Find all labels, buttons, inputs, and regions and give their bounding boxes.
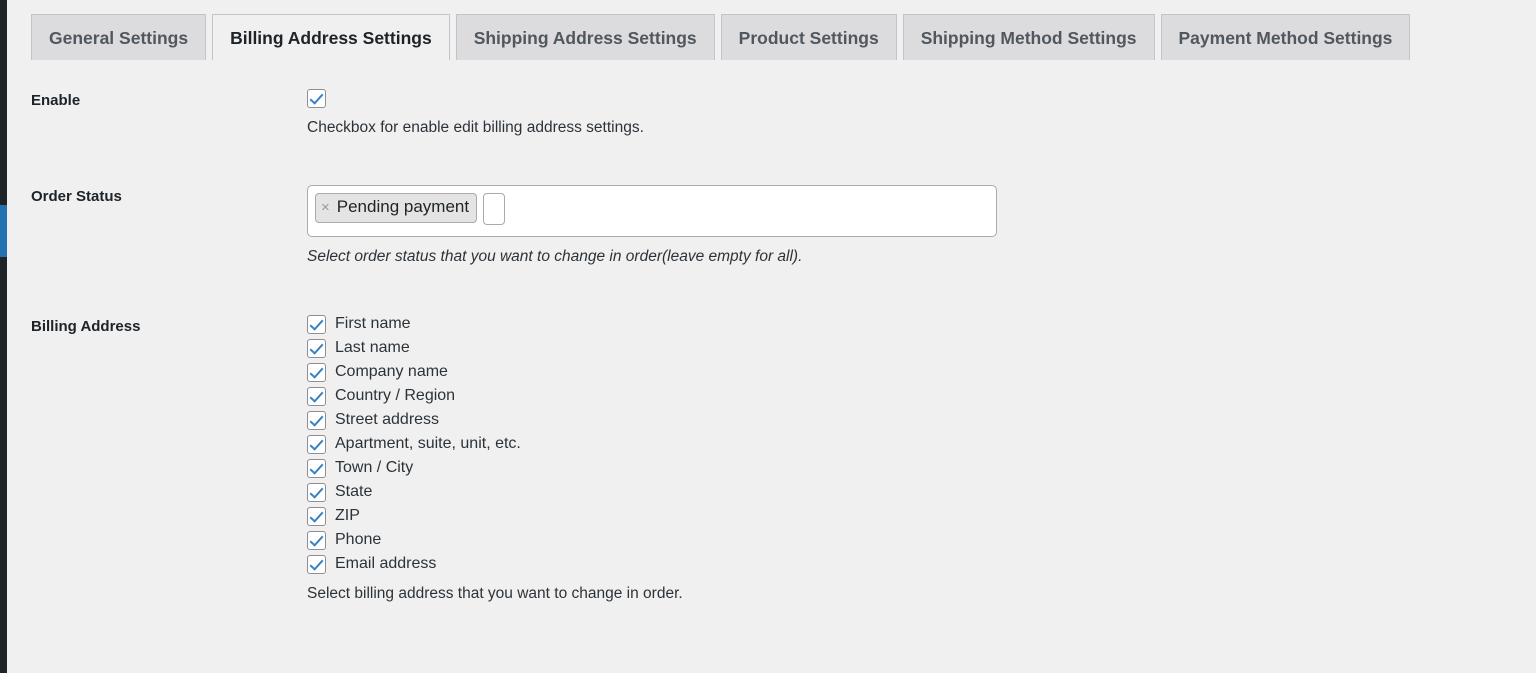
- settings-page: General Settings Billing Address Settings…: [7, 0, 1536, 673]
- billing-address-option-label[interactable]: Company name: [335, 364, 448, 380]
- form-row-order-status: Order Status × Pending payment Select or…: [7, 159, 1536, 288]
- billing-address-option-label[interactable]: State: [335, 484, 372, 500]
- billing-address-option-label[interactable]: Last name: [335, 340, 410, 356]
- billing-address-option: Country / Region: [307, 386, 1526, 406]
- billing-address-option-label[interactable]: Apartment, suite, unit, etc.: [335, 436, 521, 452]
- order-status-field: × Pending payment Select order status th…: [307, 159, 1536, 288]
- billing-address-option: Phone: [307, 530, 1526, 550]
- tab-payment-method-settings[interactable]: Payment Method Settings: [1160, 14, 1411, 60]
- billing-address-option-label[interactable]: ZIP: [335, 508, 360, 524]
- billing-address-option-label[interactable]: Town / City: [335, 460, 413, 476]
- order-status-token[interactable]: × Pending payment: [315, 193, 478, 224]
- order-status-search-input[interactable]: [483, 193, 506, 226]
- billing-address-checkbox[interactable]: [307, 482, 326, 502]
- billing-address-checkbox[interactable]: [307, 554, 326, 574]
- billing-address-option: First name: [307, 314, 1526, 334]
- billing-address-option-label[interactable]: Country / Region: [335, 388, 455, 404]
- billing-address-option: Street address: [307, 410, 1526, 430]
- billing-address-checkbox[interactable]: [307, 530, 326, 550]
- billing-address-checkbox[interactable]: [307, 506, 326, 526]
- billing-address-checkbox[interactable]: [307, 362, 326, 382]
- billing-address-option-label[interactable]: First name: [335, 316, 411, 332]
- billing-address-option: Company name: [307, 362, 1526, 382]
- enable-description: Checkbox for enable edit billing address…: [307, 119, 644, 136]
- admin-sidebar-rail: [0, 0, 7, 673]
- billing-address-checkbox[interactable]: [307, 386, 326, 406]
- settings-form-table: Enable Checkbox for enable edit billing …: [7, 63, 1536, 625]
- form-row-billing-address: Billing Address First name Last name Compa…: [7, 289, 1536, 625]
- settings-tab-bar: General Settings Billing Address Settings…: [7, 0, 1536, 63]
- tab-shipping-address-settings[interactable]: Shipping Address Settings: [455, 14, 715, 60]
- tab-billing-address-settings[interactable]: Billing Address Settings: [212, 14, 450, 60]
- form-row-enable: Enable Checkbox for enable edit billing …: [7, 63, 1536, 159]
- billing-address-option-label[interactable]: Email address: [335, 556, 436, 572]
- billing-address-checkbox[interactable]: [307, 314, 326, 334]
- billing-address-option: State: [307, 482, 1526, 502]
- order-status-token-label: Pending payment: [336, 197, 470, 217]
- order-status-label: Order Status: [31, 188, 122, 206]
- billing-address-option-label[interactable]: Street address: [335, 412, 439, 428]
- enable-label: Enable: [31, 92, 81, 109]
- admin-sidebar-active-marker: [0, 205, 7, 257]
- close-icon[interactable]: ×: [321, 200, 330, 215]
- billing-address-option: Town / City: [307, 458, 1526, 478]
- billing-address-description: Select billing address that you want to …: [307, 584, 683, 602]
- billing-address-checkbox[interactable]: [307, 458, 326, 478]
- billing-address-option-label[interactable]: Phone: [335, 532, 381, 548]
- order-status-description: Select order status that you want to cha…: [307, 248, 803, 266]
- billing-address-checkbox[interactable]: [307, 410, 326, 430]
- order-status-multiselect[interactable]: × Pending payment: [307, 185, 997, 238]
- billing-address-checkbox[interactable]: [307, 338, 326, 358]
- billing-address-option: Apartment, suite, unit, etc.: [307, 434, 1526, 454]
- billing-address-checkbox[interactable]: [307, 434, 326, 454]
- enable-field: Checkbox for enable edit billing address…: [307, 63, 1536, 159]
- billing-address-option: Last name: [307, 338, 1526, 358]
- enable-checkbox[interactable]: [307, 89, 326, 108]
- billing-address-field: First name Last name Company name Country /…: [307, 289, 1536, 625]
- billing-address-option-list: First name Last name Company name Country /…: [307, 314, 1526, 574]
- billing-address-option: Email address: [307, 554, 1526, 574]
- billing-address-label: Billing Address: [31, 317, 141, 335]
- tab-general-settings[interactable]: General Settings: [31, 14, 207, 60]
- tab-shipping-method-settings[interactable]: Shipping Method Settings: [902, 14, 1155, 60]
- billing-address-option: ZIP: [307, 506, 1526, 526]
- tab-product-settings[interactable]: Product Settings: [720, 14, 897, 60]
